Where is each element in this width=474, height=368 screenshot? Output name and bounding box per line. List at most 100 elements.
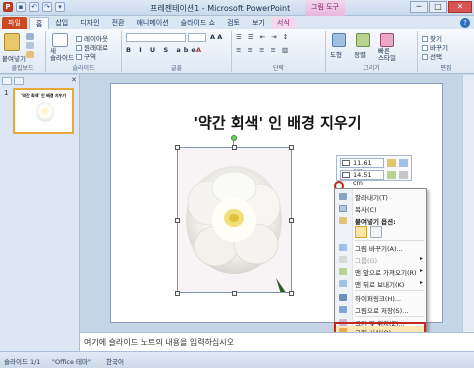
submenu-arrow-icon: ▸ xyxy=(419,279,423,286)
maximize-button[interactable]: □ xyxy=(429,1,447,13)
tab-format[interactable]: 서식 xyxy=(270,17,296,29)
menu-item-label: 그림 바꾸기(A)... xyxy=(355,245,403,253)
font-size-input[interactable] xyxy=(188,33,206,42)
width-icon xyxy=(342,172,350,178)
flower-picture[interactable] xyxy=(177,147,292,293)
copy-icon[interactable] xyxy=(26,42,34,49)
picture-tools-label: 그림 도구 xyxy=(305,0,345,16)
outline-tab-icon[interactable] xyxy=(14,77,24,85)
font-style-buttons[interactable]: B I U S abe xyxy=(126,46,199,54)
bring-forward-icon[interactable] xyxy=(387,171,396,179)
tab-slide-show[interactable]: 슬라이드 쇼 xyxy=(175,17,221,29)
customize-qat-icon[interactable]: ▾ xyxy=(55,2,65,12)
paste-icon[interactable] xyxy=(4,33,20,51)
panel-close-icon[interactable]: ✕ xyxy=(71,76,77,84)
shape-button[interactable]: 도형 xyxy=(330,49,342,59)
resize-handle-n[interactable] xyxy=(232,145,237,150)
menu-item-bring-to-front[interactable]: 맨 앞으로 가져오기(R) ▸ xyxy=(335,266,426,277)
submenu-arrow-icon: ▸ xyxy=(419,255,423,262)
quick-styles-icon[interactable] xyxy=(380,33,394,47)
grow-font-icon[interactable]: A A xyxy=(210,33,222,41)
window-title: 프레젠테이션1 - Microsoft PowerPoint xyxy=(150,4,291,13)
menu-item-hyperlink[interactable]: 하이퍼링크(H)... xyxy=(335,292,426,303)
resize-handle-ne[interactable] xyxy=(289,145,294,150)
picture-style-icon[interactable] xyxy=(399,159,408,167)
tab-file[interactable]: 파일 xyxy=(2,17,27,29)
menu-item-label: 맨 앞으로 가져오기(R) xyxy=(355,269,417,277)
tab-animations[interactable]: 애니메이션 xyxy=(130,17,174,29)
slides-group-label: 슬라이드 xyxy=(72,65,95,72)
resize-handle-nw[interactable] xyxy=(175,145,180,150)
picture-icon xyxy=(339,244,347,251)
menu-item-label: 그림으로 저장(S)... xyxy=(355,307,409,315)
clipboard-group: 붙여넣기 클립보드 xyxy=(0,31,46,72)
language-indicator[interactable]: 한국어 xyxy=(106,356,124,366)
arrange-button[interactable]: 정렬 xyxy=(354,49,366,59)
font-group: A A B I U S abe A 글꼴 xyxy=(122,31,232,72)
menu-item-change-picture[interactable]: 그림 바꾸기(A)... xyxy=(335,242,426,253)
send-backward-icon[interactable] xyxy=(399,171,408,179)
section-button[interactable]: 구역 xyxy=(76,51,96,61)
cut-icon[interactable] xyxy=(26,33,34,40)
vertical-scrollbar[interactable] xyxy=(462,75,474,332)
undo-icon[interactable]: ↶ xyxy=(29,2,39,12)
tab-transitions[interactable]: 전환 xyxy=(106,17,131,29)
help-icon[interactable]: ? xyxy=(460,18,470,28)
new-slide-button[interactable]: 새 슬라이드 xyxy=(50,48,74,62)
minimize-button[interactable]: ─ xyxy=(410,1,428,13)
powerpoint-logo-icon[interactable]: P xyxy=(3,2,13,12)
list-buttons[interactable]: ☰ ☰ ⇤ ⇥ ↕ xyxy=(236,33,290,41)
menu-item-cut[interactable]: 잘라내기(T) xyxy=(335,191,426,202)
menu-item-save-as-picture[interactable]: 그림으로 저장(S)... xyxy=(335,304,426,315)
new-slide-icon[interactable] xyxy=(52,33,68,47)
format-painter-icon[interactable] xyxy=(26,51,34,58)
height-icon xyxy=(342,160,350,166)
paragraph-group-label: 단락 xyxy=(272,65,285,72)
shapes-icon[interactable] xyxy=(332,33,346,47)
notes-pane[interactable]: 여기에 슬라이드 노트의 내용을 입력하십시오 xyxy=(80,332,474,351)
menu-item-group[interactable]: 그룹(G) ▸ xyxy=(335,254,426,265)
menu-item-send-to-back[interactable]: 맨 뒤로 보내기(K) ▸ xyxy=(335,278,426,289)
tab-view[interactable]: 보기 xyxy=(246,17,271,29)
menu-item-paste-options: 붙여넣기 옵션: xyxy=(335,215,426,226)
paste-button[interactable]: 붙여넣기 xyxy=(2,53,26,63)
quick-access-toolbar: P ▪ ↶ ↷ ▾ xyxy=(3,2,65,12)
window-controls: ─ □ ✕ xyxy=(410,1,472,13)
save-icon[interactable]: ▪ xyxy=(16,2,26,12)
tab-home[interactable]: 홈 xyxy=(28,17,50,29)
slide-thumbnail[interactable]: '약간 회색' 인 배경 지우기 xyxy=(13,88,74,134)
hyperlink-icon xyxy=(339,294,347,301)
align-buttons[interactable]: ≡ ≡ ≡ ≡ ▥ xyxy=(236,46,290,54)
drawing-group-label: 그리기 xyxy=(363,65,380,72)
height-input[interactable]: 11.61 cm xyxy=(340,158,384,175)
resize-handle-sw[interactable] xyxy=(175,291,180,296)
resize-handle-s[interactable] xyxy=(232,291,237,296)
resize-handle-se[interactable] xyxy=(289,291,294,296)
quick-styles-button[interactable]: 빠른 스타일 xyxy=(378,48,396,62)
menu-item-label: 하이퍼링크(H)... xyxy=(355,295,402,303)
tab-insert[interactable]: 삽입 xyxy=(49,17,74,29)
tab-review[interactable]: 검토 xyxy=(221,17,246,29)
resize-handle-w[interactable] xyxy=(175,218,180,223)
crop-icon[interactable] xyxy=(387,159,396,167)
font-color-icon[interactable]: A xyxy=(196,46,201,54)
resize-handle-e[interactable] xyxy=(289,218,294,223)
paste-keep-source-icon[interactable] xyxy=(355,226,367,238)
slide-counter: 슬라이드 1/1 xyxy=(4,358,41,366)
font-name-input[interactable] xyxy=(126,33,186,42)
arrange-icon[interactable] xyxy=(356,33,370,47)
paste-picture-icon[interactable] xyxy=(370,226,382,238)
menu-item-copy[interactable]: 복사(C) xyxy=(335,203,426,214)
tab-design[interactable]: 디자인 xyxy=(74,17,105,29)
width-input[interactable]: 14.51 cm xyxy=(340,170,384,187)
close-button[interactable]: ✕ xyxy=(448,1,472,13)
bring-front-icon xyxy=(339,268,347,275)
drawing-group: 도형 정렬 빠른 스타일 그리기 xyxy=(326,31,418,72)
title-bar: P ▪ ↶ ↷ ▾ 프레젠테이션1 - Microsoft PowerPoint… xyxy=(0,0,474,16)
ribbon: 붙여넣기 클립보드 새 슬라이드 레이아웃 원래대로 구역 슬라이드 A A B… xyxy=(0,29,474,74)
slide-title[interactable]: '약간 회색' 인 배경 지우기 xyxy=(111,112,444,133)
redo-icon[interactable]: ↷ xyxy=(42,2,52,12)
slides-tab-icon[interactable] xyxy=(2,77,12,85)
select-button[interactable]: 선택 xyxy=(422,51,442,61)
rotation-handle[interactable] xyxy=(231,135,237,141)
